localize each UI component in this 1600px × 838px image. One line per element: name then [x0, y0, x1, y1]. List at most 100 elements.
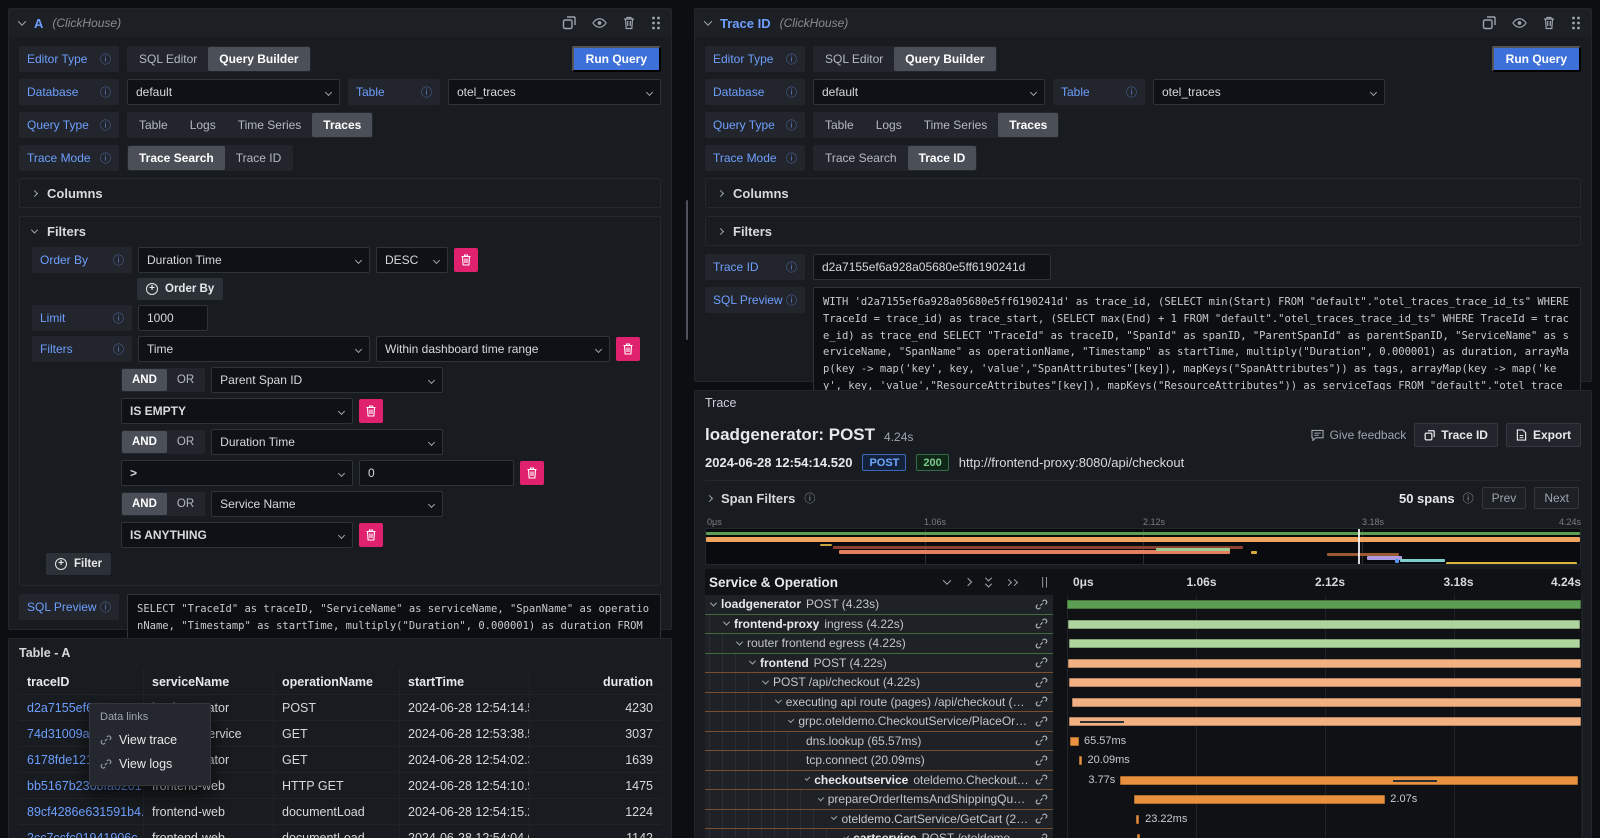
minimap-canvas[interactable] [705, 528, 1581, 565]
remove-filter3-button[interactable] [359, 523, 383, 547]
span-bar[interactable] [1069, 639, 1580, 648]
info-icon[interactable]: ⓘ [100, 117, 111, 133]
span-row[interactable]: POST /api/checkout (4.22s) [705, 673, 1581, 693]
span-link-icon[interactable] [1035, 832, 1053, 838]
query-panel-trace-id-header[interactable]: Trace ID (ClickHouse) [695, 9, 1591, 37]
span-row[interactable]: oteldemo.CartService/GetCart (23.22ms) 2… [705, 810, 1581, 830]
collapse-panel-icon[interactable] [18, 17, 26, 25]
span-row[interactable]: executing api route (pages) /api/checkou… [705, 693, 1581, 713]
span-link-icon[interactable] [1035, 637, 1053, 650]
info-icon[interactable]: ⓘ [100, 599, 111, 615]
chevron-down-icon[interactable] [723, 619, 730, 626]
info-icon[interactable]: ⓘ [786, 84, 797, 100]
query-type-table[interactable]: Table [814, 113, 865, 137]
span-bar[interactable] [1068, 620, 1580, 629]
info-icon[interactable]: ⓘ [1463, 490, 1474, 506]
span-bar[interactable] [1069, 678, 1581, 687]
column-header[interactable]: startTime [399, 669, 529, 694]
hide-query-icon[interactable] [1512, 17, 1527, 29]
chevron-down-icon[interactable] [775, 697, 782, 704]
span-link-icon[interactable] [1035, 656, 1053, 669]
column-header[interactable]: serviceName [143, 669, 273, 694]
give-feedback-link[interactable]: Give feedback [1311, 428, 1407, 442]
or-option[interactable]: OR [167, 493, 204, 515]
collapse-panel-icon[interactable] [704, 17, 712, 25]
export-button[interactable]: Export [1506, 423, 1581, 447]
info-icon[interactable]: ⓘ [786, 117, 797, 133]
filter1-operator-select[interactable]: IS EMPTY [121, 398, 353, 424]
span-bar[interactable] [1069, 717, 1581, 726]
sql-editor-option[interactable]: SQL Editor [128, 47, 208, 71]
span-bar[interactable] [1079, 756, 1083, 765]
expand-all-icon[interactable] [1006, 580, 1017, 585]
span-row[interactable]: cartservice POST /oteldemo.CartService/G… [705, 829, 1581, 838]
chevron-down-icon[interactable] [749, 658, 756, 665]
column-resize-handle[interactable]: || [1037, 576, 1053, 588]
chevron-down-icon[interactable] [818, 795, 824, 801]
span-link-icon[interactable] [1035, 715, 1053, 728]
filter2-value-input[interactable] [359, 460, 514, 486]
query-type-traces[interactable]: Traces [998, 113, 1058, 137]
duplicate-query-icon[interactable] [1482, 16, 1496, 30]
info-icon[interactable]: ⓘ [100, 84, 111, 100]
info-icon[interactable]: ⓘ [786, 150, 797, 166]
span-bar[interactable] [1136, 815, 1140, 824]
span-link-icon[interactable] [1035, 676, 1053, 689]
span-row[interactable]: loadgenerator POST (4.23s) [705, 595, 1581, 615]
table-panel-header[interactable]: Table - A [9, 639, 671, 667]
or-option[interactable]: OR [167, 369, 204, 391]
span-row[interactable]: prepareOrderItemsAndShippingQuoteFromCar… [705, 790, 1581, 810]
info-icon[interactable]: ⓘ [786, 259, 797, 275]
query-type-logs[interactable]: Logs [865, 113, 913, 137]
next-span-button[interactable]: Next [1534, 487, 1579, 509]
filters-section-header[interactable]: Filters [706, 217, 1580, 245]
remove-filter2-button[interactable] [520, 461, 544, 485]
query-type-logs[interactable]: Logs [179, 113, 227, 137]
info-icon[interactable]: ⓘ [113, 310, 124, 326]
span-bar[interactable] [1067, 600, 1581, 609]
view-logs-link[interactable]: View logs [100, 757, 200, 771]
span-bar[interactable] [1068, 659, 1581, 668]
span-row[interactable]: router frontend egress (4.22s) [705, 634, 1581, 654]
info-icon[interactable]: ⓘ [804, 490, 815, 506]
query-builder-option[interactable]: Query Builder [894, 47, 995, 71]
span-row[interactable]: frontend-proxy ingress (4.22s) [705, 615, 1581, 635]
view-trace-link[interactable]: View trace [100, 733, 200, 747]
chevron-down-icon[interactable] [762, 677, 769, 684]
trace-minimap[interactable]: 0μs 1.06s 2.12s 3.18s 4.24s [705, 517, 1581, 565]
info-icon[interactable]: ⓘ [100, 150, 111, 166]
span-row[interactable]: dns.lookup (65.57ms) 65.57ms [705, 732, 1581, 752]
query-type-table[interactable]: Table [128, 113, 179, 137]
hide-query-icon[interactable] [592, 17, 607, 29]
order-by-direction-select[interactable]: DESC [376, 247, 448, 273]
column-header[interactable]: operationName [273, 669, 399, 694]
filters-section-header[interactable]: Filters [20, 217, 660, 245]
info-icon[interactable]: ⓘ [786, 51, 797, 67]
run-query-button[interactable]: Run Query [1492, 46, 1581, 72]
add-filter-button[interactable]: +Filter [46, 553, 111, 575]
collapse-all-icon[interactable] [986, 577, 991, 588]
delete-query-icon[interactable] [1543, 16, 1555, 30]
delete-query-icon[interactable] [623, 16, 635, 30]
database-select[interactable]: default [813, 79, 1045, 105]
trace-panel-header[interactable]: Trace [695, 391, 1591, 415]
span-row[interactable]: checkoutservice oteldemo.CheckoutService… [705, 771, 1581, 791]
and-option[interactable]: AND [122, 493, 167, 515]
prev-span-button[interactable]: Prev [1482, 487, 1527, 509]
span-link-icon[interactable] [1035, 695, 1053, 708]
trace-id-option[interactable]: Trace ID [908, 146, 977, 170]
duplicate-query-icon[interactable] [562, 16, 576, 30]
add-order-by-button[interactable]: +Order By [137, 278, 223, 300]
table-select[interactable]: otel_traces [1153, 79, 1385, 105]
drag-handle-icon[interactable] [1571, 16, 1581, 30]
span-filters-label[interactable]: Span Filters [721, 491, 795, 506]
trace-search-option[interactable]: Trace Search [814, 146, 908, 170]
info-icon[interactable]: ⓘ [113, 252, 124, 268]
span-link-icon[interactable] [1035, 812, 1053, 825]
table-select[interactable]: otel_traces [448, 79, 661, 105]
remove-filter1-button[interactable] [359, 399, 383, 423]
filter3-operator-select[interactable]: IS ANYTHING [121, 522, 353, 548]
minimap-cursor[interactable] [1358, 529, 1360, 564]
query-type-time-series[interactable]: Time Series [913, 113, 999, 137]
run-query-button[interactable]: Run Query [572, 46, 661, 72]
